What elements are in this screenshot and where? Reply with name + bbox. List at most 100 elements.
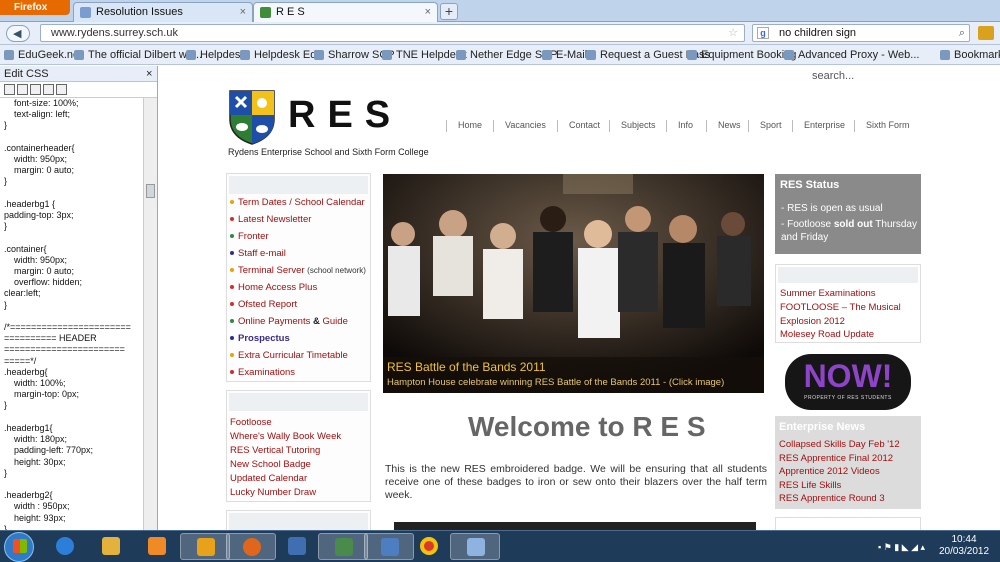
enterprise-link[interactable]: RES Life Skills — [779, 480, 841, 491]
windows-taskbar: ▪ ⚑ ▮ ◣ ◢ ▴ 10:44 20/03/2012 — [0, 530, 1000, 562]
site-search[interactable]: search... — [812, 70, 854, 82]
search-icon[interactable]: ⌕ — [959, 25, 965, 41]
enterprise-link[interactable]: RES Apprentice Final 2012 — [779, 453, 893, 464]
site-tagline: Rydens Enterprise School and Sixth Form … — [228, 147, 429, 157]
back-button[interactable]: ◀ — [6, 25, 30, 42]
address-bar[interactable]: www.rydens.surrey.sch.uk ☆ — [40, 24, 745, 42]
bookmarks-menu[interactable]: Bookmarks — [940, 45, 1000, 64]
link-home-access-plus[interactable]: Home Access Plus — [230, 282, 317, 293]
latest-link[interactable]: New School Badge — [230, 459, 311, 470]
close-sidebar-icon[interactable]: × — [146, 66, 152, 82]
home-icon[interactable] — [978, 26, 994, 40]
firefox-menu-button[interactable]: Firefox — [0, 0, 70, 15]
news-link[interactable]: Explosion 2012 — [780, 316, 845, 327]
latest-link[interactable]: Lucky Number Draw — [230, 487, 316, 498]
enterprise-link[interactable]: RES Apprentice Round 3 — [779, 493, 885, 504]
enterprise-link[interactable]: Collapsed Skills Day Feb '12 — [779, 439, 900, 450]
close-tab-icon[interactable]: × — [240, 3, 246, 21]
nav-news[interactable]: News — [706, 120, 741, 132]
tab-resolution-issues[interactable]: Resolution Issues × — [73, 2, 253, 22]
nav-subjects[interactable]: Subjects — [609, 120, 656, 132]
nav-home[interactable]: Home — [446, 120, 482, 132]
link-terminal-server[interactable]: Terminal Server (school network) — [230, 265, 366, 276]
network-icon — [288, 537, 306, 555]
hero-slideshow[interactable]: RES Battle of the Bands 2011 Hampton Hou… — [383, 174, 764, 393]
new-file-icon[interactable] — [4, 84, 15, 95]
bullet-icon — [230, 251, 234, 255]
news-link[interactable]: Summer Examinations — [780, 288, 876, 299]
bookmark-equipment-booking[interactable]: Equipment Booking — [687, 45, 796, 64]
bookmark-helpdesk[interactable]: Helpdesk — [186, 45, 246, 64]
taskbar-ie[interactable] — [40, 533, 90, 560]
now-badge[interactable]: NOW! PROPERTY OF RES STUDENTS — [785, 354, 911, 410]
css-editor[interactable]: font-size: 100%; text-align: left; } .co… — [0, 98, 142, 530]
open-folder-icon[interactable] — [17, 84, 28, 95]
news-link[interactable]: Molesey Road Update — [780, 329, 874, 340]
scrollbar-thumb[interactable] — [146, 184, 155, 198]
link-prospectus[interactable]: Prospectus — [230, 333, 290, 344]
taskbar-explorer[interactable] — [86, 533, 136, 560]
chrome-icon — [420, 537, 438, 555]
nav-sixth-form[interactable]: Sixth Form — [854, 120, 910, 132]
sidebar-scrollbar[interactable] — [143, 98, 157, 530]
google-icon[interactable]: g — [757, 27, 769, 39]
clock-time: 10:44 — [951, 534, 977, 545]
taskbar-app[interactable] — [318, 533, 368, 560]
link-examinations[interactable]: Examinations — [230, 367, 295, 378]
bullet-icon — [230, 336, 234, 340]
link-ofsted-report[interactable]: Ofsted Report — [230, 299, 297, 310]
latest-link[interactable]: RES Vertical Tutoring — [230, 445, 320, 456]
bookmark-star-icon[interactable]: ☆ — [728, 25, 738, 41]
taskbar-chrome[interactable] — [404, 533, 454, 560]
nav-vacancies[interactable]: Vacancies — [493, 120, 546, 132]
back-arrow-icon: ◀ — [13, 28, 22, 40]
video-embed[interactable] — [394, 522, 756, 530]
latest-link[interactable]: Updated Calendar — [230, 473, 307, 484]
link-extra-curricular[interactable]: Extra Curricular Timetable — [230, 350, 348, 361]
start-button[interactable] — [4, 532, 34, 562]
bookmark-edugeek[interactable]: EduGeek.net — [4, 45, 82, 64]
nav-contact[interactable]: Contact — [557, 120, 600, 132]
taskbar-paint[interactable] — [450, 533, 500, 560]
sidebar-title: Edit CSS — [4, 68, 49, 80]
search-box[interactable]: g no children sign ⌕ — [752, 24, 970, 42]
taskbar-network[interactable] — [272, 533, 322, 560]
save-icon[interactable] — [30, 84, 41, 95]
link-staff-email[interactable]: Staff e-mail — [230, 248, 286, 259]
enterprise-link[interactable]: Apprentice 2012 Videos — [779, 466, 880, 477]
close-tab-icon[interactable]: × — [425, 3, 431, 21]
tab-bar: Firefox Resolution Issues × R E S × + — [0, 0, 1000, 22]
taskbar-firefox[interactable] — [226, 533, 276, 560]
new-tab-button[interactable]: + — [440, 3, 458, 20]
reload-icon[interactable] — [56, 84, 67, 95]
hero-title[interactable]: RES Battle of the Bands 2011 — [387, 360, 546, 374]
bookmark-dilbert[interactable]: The official Dilbert we... — [74, 45, 202, 64]
latest-link[interactable]: Footloose — [230, 417, 272, 428]
link-latest-newsletter[interactable]: Latest Newsletter — [230, 214, 311, 225]
link-online-payments[interactable]: Online Payments & Guide — [230, 316, 348, 327]
bookmark-helpdesk-edit[interactable]: Helpdesk Edit — [240, 45, 322, 64]
tab-label: Resolution Issues — [96, 6, 183, 18]
nav-enterprise[interactable]: Enterprise — [792, 120, 845, 132]
latest-link[interactable]: Where's Wally Book Week — [230, 431, 341, 442]
clock[interactable]: 10:44 20/03/2012 — [932, 534, 996, 558]
bookmark-tne-helpdesk[interactable]: TNE Helpdesk — [382, 45, 467, 64]
nav-info[interactable]: Info — [666, 120, 693, 132]
taskbar-outlook[interactable] — [180, 533, 230, 560]
system-tray[interactable]: ▪ ⚑ ▮ ◣ ◢ ▴ — [878, 542, 925, 553]
bookmark-email[interactable]: E-Mail — [542, 45, 587, 64]
tab-res[interactable]: R E S × — [253, 2, 438, 22]
panel-header — [778, 267, 918, 283]
welcome-heading: Welcome to R E S — [468, 411, 706, 442]
save-as-icon[interactable] — [43, 84, 54, 95]
site-logo-text[interactable]: RES — [288, 94, 402, 137]
link-fronter[interactable]: Fronter — [230, 231, 269, 242]
bookmark-advanced-proxy[interactable]: Advanced Proxy - Web... — [784, 45, 919, 64]
school-crest-logo[interactable] — [228, 89, 276, 145]
link-term-dates[interactable]: Term Dates / School Calendar — [230, 197, 365, 208]
nav-sport[interactable]: Sport — [748, 120, 782, 132]
taskbar-media-player[interactable] — [132, 533, 182, 560]
enterprise-news-panel: Enterprise News Collapsed Skills Day Feb… — [775, 416, 921, 509]
status-title: RES Status — [780, 179, 840, 191]
news-link[interactable]: FOOTLOOSE – The Musical — [780, 302, 901, 313]
